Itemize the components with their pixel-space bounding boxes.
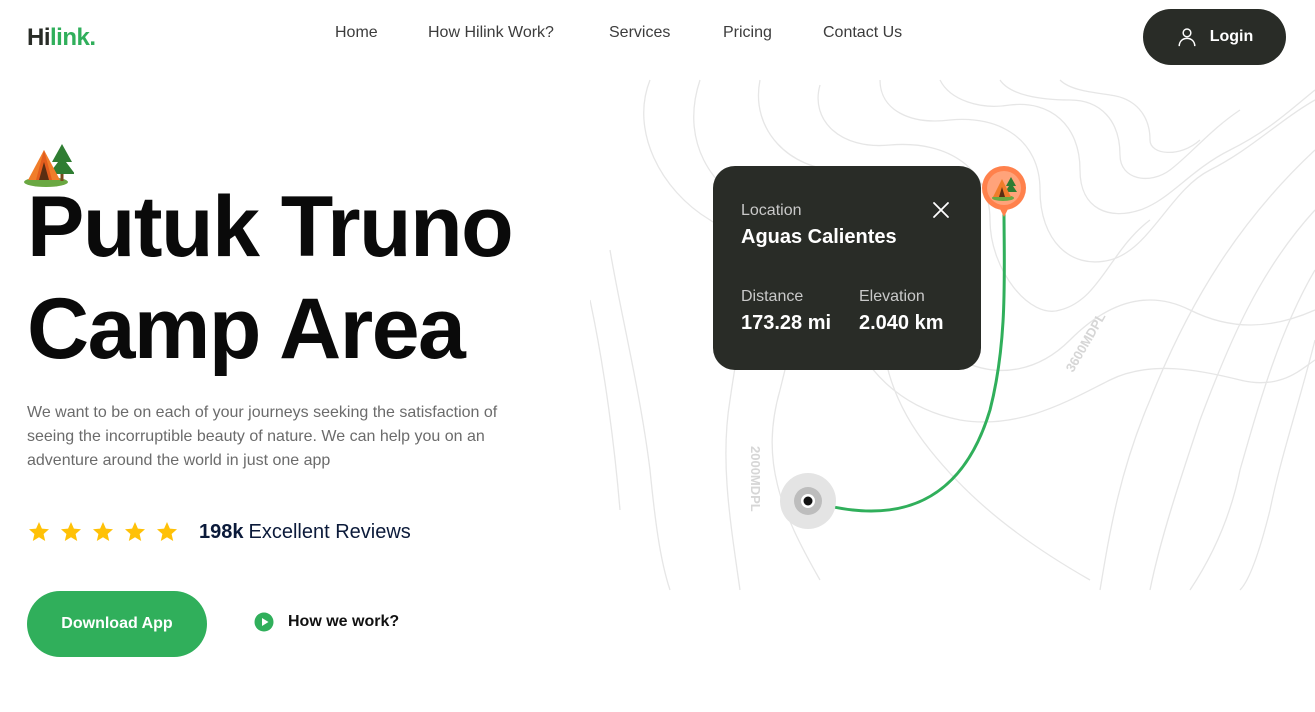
hero-description: We want to be on each of your journeys s…: [27, 404, 498, 469]
title-line-1: Putuk Truno: [27, 179, 514, 275]
location-info-card: Location Aguas Calientes Distance 173.28…: [713, 166, 981, 370]
user-icon: [1178, 28, 1196, 47]
page-title: Putuk Truno Camp Area: [27, 176, 514, 380]
contour-label-3600: 3600MDPL: [1063, 310, 1109, 374]
elevation-value: 2.040 km: [859, 312, 944, 334]
distance-label: Distance: [741, 288, 804, 305]
star-icon: [93, 522, 113, 541]
play-circle-icon: [254, 612, 274, 632]
nav-item-pricing[interactable]: Pricing: [723, 24, 772, 42]
close-icon[interactable]: [931, 200, 951, 220]
rating: 198k Excellent Reviews: [27, 517, 411, 547]
download-app-button[interactable]: Download App: [27, 591, 207, 657]
how-we-work-label: How we work?: [288, 613, 400, 630]
star-icon: [157, 522, 177, 541]
main-nav: Home How Hilink Work? Services Pricing C…: [0, 24, 1315, 46]
star-rating: [27, 520, 179, 544]
nav-item-contact[interactable]: Contact Us: [823, 24, 902, 42]
title-line-2: Camp Area: [27, 281, 466, 377]
review-count: 198k: [199, 520, 244, 543]
star-icon: [125, 522, 145, 541]
location-value: Aguas Calientes: [741, 226, 897, 248]
nav-item-home[interactable]: Home: [335, 24, 378, 42]
nav-item-services[interactable]: Services: [609, 24, 670, 42]
start-location-marker[interactable]: [780, 473, 836, 529]
how-we-work-link[interactable]: How we work?: [254, 612, 399, 632]
elevation-label: Elevation: [859, 288, 925, 305]
contour-label-2000: 2000MDPL: [748, 446, 763, 512]
login-label: Login: [1209, 28, 1254, 45]
review-label: Excellent Reviews: [248, 520, 411, 543]
location-label: Location: [741, 202, 802, 219]
star-icon: [61, 522, 81, 541]
distance-value: 173.28 mi: [741, 312, 832, 334]
login-button[interactable]: Login: [1143, 9, 1286, 65]
nav-item-how-it-works[interactable]: How Hilink Work?: [428, 24, 554, 42]
star-icon: [29, 522, 49, 541]
campsite-pin-icon[interactable]: [980, 165, 1028, 221]
